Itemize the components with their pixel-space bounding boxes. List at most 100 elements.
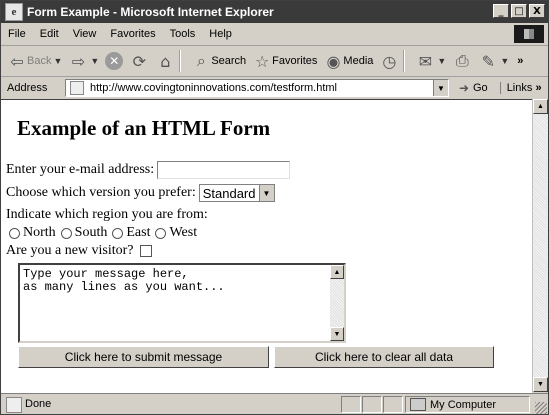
page-scrollbar[interactable]: ▲ ▼ <box>532 99 548 392</box>
message-text[interactable]: Type your message here, as many lines as… <box>23 268 225 294</box>
edit-dropdown-icon[interactable]: ▼ <box>500 56 509 66</box>
media-label: Media <box>343 55 374 67</box>
visitor-row: Are you a new visitor? <box>6 243 152 259</box>
address-bar: Address http://www.covingtoninnovations.… <box>1 77 548 100</box>
chevron-down-icon[interactable]: ▼ <box>258 185 274 201</box>
back-dropdown-icon[interactable]: ▼ <box>53 56 62 66</box>
links-button[interactable]: Links » <box>499 82 542 94</box>
status-bar: Done My Computer <box>1 393 548 414</box>
message-textarea[interactable]: Type your message here, as many lines as… <box>18 263 346 343</box>
radio-west-label: West <box>169 225 198 240</box>
status-text: Done <box>25 398 52 410</box>
ie-icon: e <box>5 3 23 21</box>
favorites-label: Favorites <box>272 55 318 67</box>
go-arrow-icon: ➜ <box>458 81 470 95</box>
window-controls: _ □ X <box>493 4 545 18</box>
edit-button[interactable]: ✎ ▼ <box>478 51 510 71</box>
submit-button[interactable]: Click here to submit message <box>18 346 269 368</box>
forward-arrow-icon: ⇨ <box>71 51 86 71</box>
page-heading: Example of an HTML Form <box>17 116 271 140</box>
address-dropdown-icon[interactable]: ▼ <box>433 80 448 96</box>
favorites-icon: ☆ <box>255 51 270 71</box>
mail-dropdown-icon[interactable]: ▼ <box>437 56 446 66</box>
mail-button[interactable]: ✉ ▼ <box>415 51 447 71</box>
page-content: Example of an HTML Form Enter your e-mai… <box>1 99 532 393</box>
home-icon: ⌂ <box>160 51 171 71</box>
version-row: Choose which version you prefer: Standar… <box>6 184 275 202</box>
search-button[interactable]: ⌕ Search <box>191 51 246 71</box>
toolbar: ⇦ Back ▼ ⇨ ▼ ✕ ⟳ ⌂ ⌕ Search ☆ Favorites … <box>1 46 548 77</box>
toolbar-overflow-chevron[interactable]: » <box>517 55 523 67</box>
zone-label: My Computer <box>430 398 497 411</box>
region-label-row: Indicate which region you are from: <box>6 207 208 223</box>
radio-south[interactable] <box>60 227 72 239</box>
minimize-button[interactable]: _ <box>493 4 509 18</box>
forward-dropdown-icon[interactable]: ▼ <box>90 56 99 66</box>
resize-grip-icon[interactable] <box>535 402 547 414</box>
scroll-down-icon[interactable]: ▼ <box>330 327 344 341</box>
status-pane <box>383 396 403 413</box>
print-button[interactable]: ⎙ <box>452 51 472 71</box>
scroll-up-icon[interactable]: ▲ <box>533 99 548 114</box>
region-radio-group: North South East West <box>9 225 202 241</box>
back-arrow-icon: ⇦ <box>10 51 24 71</box>
forward-button[interactable]: ⇨ ▼ <box>68 51 100 71</box>
security-zone: My Computer <box>405 396 530 413</box>
new-visitor-checkbox[interactable] <box>139 245 152 257</box>
menu-edit[interactable]: Edit <box>33 28 66 40</box>
visitor-label: Are you a new visitor? <box>6 243 134 258</box>
go-button[interactable]: ➜ Go <box>457 78 488 98</box>
edit-icon: ✎ <box>481 51 496 71</box>
stop-button[interactable]: ✕ <box>105 52 124 70</box>
region-label: Indicate which region you are from: <box>6 207 208 222</box>
status-pane <box>341 396 361 413</box>
address-input[interactable]: http://www.covingtoninnovations.com/test… <box>65 79 449 97</box>
clear-button[interactable]: Click here to clear all data <box>274 346 494 368</box>
radio-north[interactable] <box>9 227 20 239</box>
scroll-down-icon[interactable]: ▼ <box>533 377 548 392</box>
print-icon: ⎙ <box>455 51 469 70</box>
back-button[interactable]: ⇦ Back ▼ <box>7 51 62 71</box>
links-label: Links <box>506 82 533 94</box>
version-selected-value: Standard <box>202 185 256 201</box>
menu-help[interactable]: Help <box>202 28 239 40</box>
page-done-icon <box>6 397 22 413</box>
menu-file[interactable]: File <box>1 28 33 40</box>
browser-window: e Form Example - Microsoft Internet Expl… <box>0 0 549 415</box>
radio-east[interactable] <box>112 227 124 239</box>
version-label: Choose which version you prefer: <box>6 185 196 200</box>
radio-south-label: South <box>74 225 108 240</box>
email-row: Enter your e-mail address: <box>6 161 291 179</box>
version-select[interactable]: Standard ▼ <box>198 184 275 202</box>
scroll-up-icon[interactable]: ▲ <box>330 265 344 279</box>
email-field[interactable] <box>157 161 291 179</box>
home-button[interactable]: ⌂ <box>155 51 175 71</box>
back-label: Back <box>27 55 52 67</box>
favorites-button[interactable]: ☆ Favorites <box>252 51 317 71</box>
search-label: Search <box>211 55 247 67</box>
links-chevron-icon: » <box>535 82 542 94</box>
email-label: Enter your e-mail address: <box>6 162 155 177</box>
address-url[interactable]: http://www.covingtoninnovations.com/test… <box>90 82 337 94</box>
textarea-scrollbar[interactable]: ▲ ▼ <box>330 265 344 341</box>
status-pane <box>362 396 382 413</box>
menu-bar: File Edit View Favorites Tools Help <box>1 23 548 46</box>
go-label: Go <box>473 82 488 94</box>
menu-favorites[interactable]: Favorites <box>103 28 162 40</box>
radio-east-label: East <box>126 225 151 240</box>
page-icon <box>70 81 84 95</box>
refresh-button[interactable]: ⟳ <box>129 51 149 71</box>
menu-tools[interactable]: Tools <box>163 28 203 40</box>
search-icon: ⌕ <box>196 51 206 70</box>
close-button[interactable]: X <box>529 4 545 18</box>
toolbar-separator <box>179 50 182 72</box>
menu-view[interactable]: View <box>66 28 104 40</box>
history-button[interactable]: ◷ <box>379 51 399 71</box>
radio-west[interactable] <box>155 227 167 239</box>
media-button[interactable]: ◉ Media <box>323 51 373 71</box>
history-icon: ◷ <box>382 51 397 71</box>
maximize-button[interactable]: □ <box>511 4 527 18</box>
toolbar-separator <box>403 50 406 72</box>
window-title: Form Example - Microsoft Internet Explor… <box>27 5 274 19</box>
media-icon: ◉ <box>326 51 341 71</box>
